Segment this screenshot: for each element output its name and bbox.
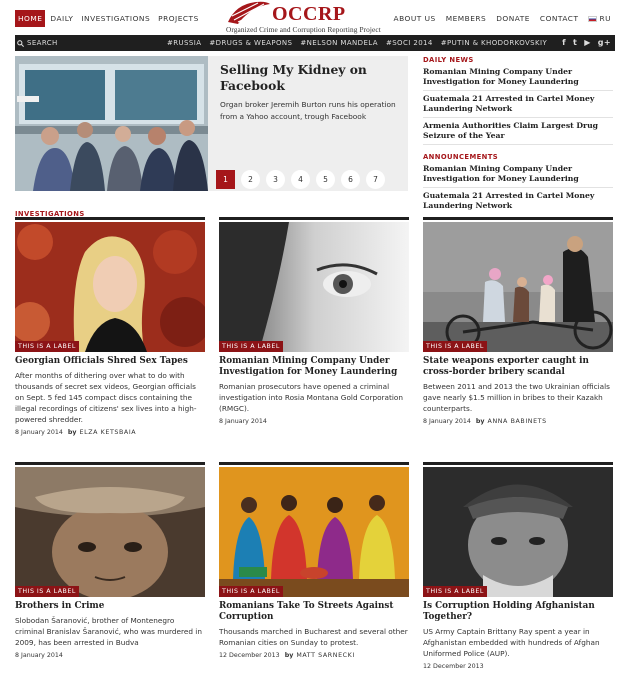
card-date: 8 January 2014 — [15, 652, 63, 659]
card-meta: 8 January 2014 by ANNA BABINETS — [423, 418, 613, 425]
card-date: 12 December 2013 — [423, 663, 484, 670]
card-label-badge[interactable]: THIS IS A LABEL — [423, 341, 487, 352]
russian-flag-icon — [588, 16, 598, 22]
search-label: SEARCH — [27, 39, 58, 47]
daily-news-item[interactable]: Guatemala 21 Arrested in Cartel Money La… — [423, 93, 613, 118]
nav-members[interactable]: MEMBERS — [443, 10, 490, 27]
investigation-card: THIS IS A LABEL State weapons exporter c… — [423, 217, 613, 425]
logo-subtitle: Organized Crime and Corruption Reporting… — [226, 25, 381, 34]
tag-bar: SEARCH #RUSSIA #DRUGS & WEAPONS #NELSON … — [15, 35, 615, 51]
featured-story: Selling My Kidney on Facebook Organ brok… — [15, 56, 408, 191]
announcement-item[interactable]: Guatemala 21 Arrested in Cartel Money La… — [423, 190, 613, 214]
card-title[interactable]: Romanian Mining Company Under Investigat… — [219, 356, 409, 378]
page-button-2[interactable]: 2 — [241, 170, 260, 189]
card-label-badge[interactable]: THIS IS A LABEL — [423, 586, 487, 597]
card-image[interactable]: THIS IS A LABEL — [219, 467, 409, 597]
page-button-5[interactable]: 5 — [316, 170, 335, 189]
card-label-badge[interactable]: THIS IS A LABEL — [15, 341, 79, 352]
page-button-3[interactable]: 3 — [266, 170, 285, 189]
card-label-badge[interactable]: THIS IS A LABEL — [219, 586, 283, 597]
investigation-card: THIS IS A LABEL Brothers in Crime Slobod… — [15, 462, 205, 659]
nav-contact[interactable]: CONTACT — [537, 10, 582, 27]
language-switch[interactable]: RU — [585, 10, 614, 27]
google-plus-icon[interactable]: g+ — [598, 38, 611, 47]
card-image[interactable]: THIS IS A LABEL — [423, 467, 613, 597]
page-button-6[interactable]: 6 — [341, 170, 360, 189]
card-description: Romanian prosecutors have opened a crimi… — [219, 382, 404, 413]
card-author[interactable]: MATT SARNECKI — [296, 652, 355, 659]
youtube-icon[interactable]: ▶ — [584, 38, 591, 47]
nav-daily[interactable]: DAILY — [47, 10, 76, 27]
featured-description: Organ broker Jeremih Burton runs his ope… — [220, 100, 396, 121]
page-button-1[interactable]: 1 — [216, 170, 235, 189]
featured-image[interactable] — [15, 56, 208, 191]
nav-investigations[interactable]: INVESTIGATIONS — [78, 10, 153, 27]
card-meta: 12 December 2013 — [423, 663, 613, 670]
card-label-badge[interactable]: THIS IS A LABEL — [15, 586, 79, 597]
card-date: 8 January 2014 — [15, 429, 63, 436]
card-meta: 8 January 2014 — [219, 418, 409, 425]
investigation-card: THIS IS A LABEL Is Corruption Holding Af… — [423, 462, 613, 670]
secondary-nav: ABOUT US MEMBERS DONATE CONTACT RU — [387, 10, 614, 27]
daily-news-heading: DAILY NEWS — [423, 56, 474, 64]
nav-home[interactable]: HOME — [15, 10, 46, 27]
slider-pagination: 1 2 3 4 5 6 7 — [216, 170, 385, 189]
card-date: 8 January 2014 — [423, 418, 471, 425]
card-title[interactable]: Is Corruption Holding Afghanistan Togeth… — [423, 601, 613, 623]
card-author[interactable]: ELZA KETSBAIA — [80, 429, 137, 436]
card-title[interactable]: Brothers in Crime — [15, 601, 205, 612]
card-description: US Army Captain Brittany Ray spent a yea… — [423, 627, 600, 658]
card-by: by — [284, 652, 294, 659]
tag-link[interactable]: #PUTIN & KHODORKOVSKIY — [441, 39, 547, 47]
search-button[interactable]: SEARCH — [17, 39, 58, 47]
globe-logo-icon — [228, 1, 271, 24]
tag-link[interactable]: #SOCI 2014 — [386, 39, 433, 47]
card-image[interactable]: THIS IS A LABEL — [219, 222, 409, 352]
card-image[interactable]: THIS IS A LABEL — [15, 222, 205, 352]
card-title[interactable]: Romanians Take To Streets Against Corrup… — [219, 601, 409, 623]
social-links: f t ▶ g+ — [562, 38, 611, 47]
logo-wordmark: OCCRP — [272, 3, 346, 25]
investigation-card: THIS IS A LABEL Georgian Officials Shred… — [15, 217, 205, 436]
facebook-icon[interactable]: f — [562, 38, 566, 47]
card-meta: 8 January 2014 by ELZA KETSBAIA — [15, 429, 205, 436]
nav-donate[interactable]: DONATE — [493, 10, 533, 27]
card-meta: 8 January 2014 — [15, 652, 205, 659]
trending-tags: #RUSSIA #DRUGS & WEAPONS #NELSON MANDELA… — [167, 39, 547, 47]
card-label-badge[interactable]: THIS IS A LABEL — [219, 341, 283, 352]
news-sidebar: DAILY NEWS Romanian Mining Company Under… — [423, 56, 613, 216]
card-title[interactable]: State weapons exporter caught in cross-b… — [423, 356, 613, 378]
tag-link[interactable]: #NELSON MANDELA — [300, 39, 378, 47]
search-icon — [17, 39, 24, 47]
card-description: Between 2011 and 2013 the two Ukrainian … — [423, 382, 610, 413]
card-title[interactable]: Georgian Officials Shred Sex Tapes — [15, 356, 205, 367]
investigation-card: THIS IS A LABEL Romanian Mining Company … — [219, 217, 409, 425]
investigation-card: THIS IS A LABEL Romanians Take To Street… — [219, 462, 409, 659]
language-label: RU — [599, 14, 611, 23]
card-description: Thousands marched in Bucharest and sever… — [219, 627, 408, 647]
site-logo[interactable]: OCCRP Organized Crime and Corruption Rep… — [224, 0, 404, 36]
card-by: by — [475, 418, 485, 425]
page-button-7[interactable]: 7 — [366, 170, 385, 189]
daily-news-item[interactable]: Armenia Authorities Claim Largest Drug S… — [423, 120, 613, 145]
card-image[interactable]: THIS IS A LABEL — [15, 467, 205, 597]
announcement-item[interactable]: Romanian Mining Company Under Investigat… — [423, 163, 613, 188]
card-description: After months of dithering over what to d… — [15, 371, 197, 424]
card-date: 12 December 2013 — [219, 652, 280, 659]
card-image[interactable]: THIS IS A LABEL — [423, 222, 613, 352]
nav-projects[interactable]: PROJECTS — [155, 10, 202, 27]
tag-link[interactable]: #RUSSIA — [167, 39, 201, 47]
card-description: Slobodan Šaranović, brother of Montenegr… — [15, 616, 202, 647]
daily-news-item[interactable]: Romanian Mining Company Under Investigat… — [423, 66, 613, 91]
featured-title[interactable]: Selling My Kidney on Facebook — [220, 62, 400, 94]
twitter-icon[interactable]: t — [573, 38, 577, 47]
card-meta: 12 December 2013 by MATT SARNECKI — [219, 652, 409, 659]
card-author[interactable]: ANNA BABINETS — [488, 418, 547, 425]
card-date: 8 January 2014 — [219, 418, 267, 425]
tag-link[interactable]: #DRUGS & WEAPONS — [209, 39, 292, 47]
announcements-heading: ANNOUNCEMENTS — [423, 153, 499, 161]
page-button-4[interactable]: 4 — [291, 170, 310, 189]
primary-nav: HOME DAILY INVESTIGATIONS PROJECTS — [15, 10, 204, 27]
card-by: by — [67, 429, 77, 436]
